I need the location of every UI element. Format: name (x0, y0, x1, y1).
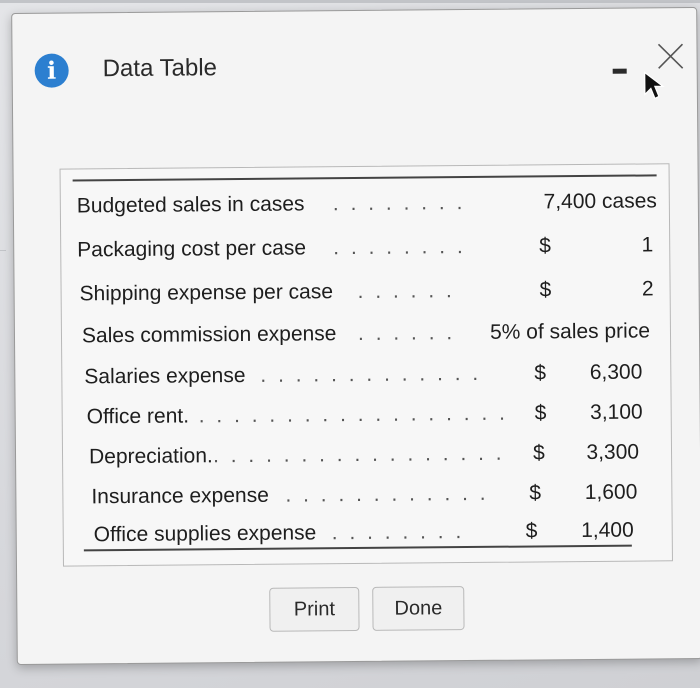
close-button[interactable] (652, 38, 688, 74)
close-icon (657, 43, 684, 69)
minimize-button[interactable] (611, 59, 631, 79)
row-amount: 3,300 (586, 440, 640, 465)
data-table-dialog: i Data Table Budgeted sales in cases . .… (11, 7, 700, 665)
row-value: 5% of sales price (489, 319, 651, 344)
table-row: Salaries expense . . . . . . . . . . . .… (62, 360, 670, 405)
background-line (0, 250, 6, 251)
data-table: Budgeted sales in cases . . . . . . . . … (59, 163, 673, 567)
row-label: Salaries expense (84, 363, 246, 389)
row-label: Office rent. (86, 404, 190, 429)
row-currency: $ (539, 278, 552, 302)
row-amount: 1,600 (584, 480, 638, 505)
minimize-icon (612, 68, 627, 74)
row-amount: 3,100 (590, 400, 643, 424)
row-label: Office supplies expense (93, 521, 317, 547)
background-edge (0, 0, 700, 3)
table-row: Budgeted sales in cases . . . . . . . . … (61, 189, 669, 234)
row-leader-dots: . . . . . . . . (331, 520, 465, 545)
row-currency: $ (529, 481, 542, 505)
table-row: Office supplies expense . . . . . . . . … (64, 518, 672, 563)
row-leader-dots: . . . . . . (357, 321, 456, 345)
row-label: Budgeted sales in cases (76, 192, 305, 218)
row-leader-dots: . . . . . . . . (332, 191, 466, 216)
row-label: Depreciation. (88, 444, 213, 469)
row-label: Sales commission expense (81, 322, 337, 348)
table-row: Sales commission expense . . . . . . 5% … (62, 319, 670, 364)
table-row: Packaging cost per case . . . . . . . . … (61, 233, 669, 278)
row-currency: $ (539, 234, 552, 258)
table-row: Shipping expense per case . . . . . . $ … (62, 277, 670, 322)
row-amount: 1 (641, 233, 654, 257)
table-row: Depreciation. . . . . . . . . . . . . . … (63, 440, 671, 485)
row-leader-dots: . . . . . . . . . . . . . . . . . (212, 441, 505, 468)
row-currency: $ (532, 441, 545, 465)
row-value: 7,400 cases (543, 189, 657, 214)
row-leader-dots: . . . . . . . . (333, 235, 466, 260)
dialog-title: Data Table (102, 54, 218, 83)
row-label: Packaging cost per case (77, 236, 307, 262)
row-currency: $ (534, 401, 547, 425)
mouse-cursor-icon (644, 71, 665, 100)
done-button[interactable]: Done (372, 586, 465, 631)
dialog-titlebar: i Data Table (12, 8, 697, 126)
row-currency: $ (534, 361, 547, 385)
table-top-rule (72, 174, 657, 182)
row-amount: 1,400 (581, 518, 634, 543)
row-currency: $ (525, 519, 538, 543)
row-leader-dots: . . . . . . . . . . . . (285, 481, 489, 507)
row-amount: 2 (641, 277, 654, 301)
table-row: Office rent. . . . . . . . . . . . . . .… (63, 400, 671, 445)
row-leader-dots: . . . . . . . . . . . . . (260, 361, 482, 387)
row-label: Insurance expense (91, 483, 269, 509)
info-icon: i (34, 53, 69, 88)
row-label: Shipping expense per case (79, 280, 334, 306)
row-amount: 6,300 (589, 360, 643, 384)
row-leader-dots: . . . . . . . . . . . . . . . . . . (198, 401, 508, 428)
row-leader-dots: . . . . . . (357, 279, 455, 303)
print-button[interactable]: Print (269, 586, 360, 632)
